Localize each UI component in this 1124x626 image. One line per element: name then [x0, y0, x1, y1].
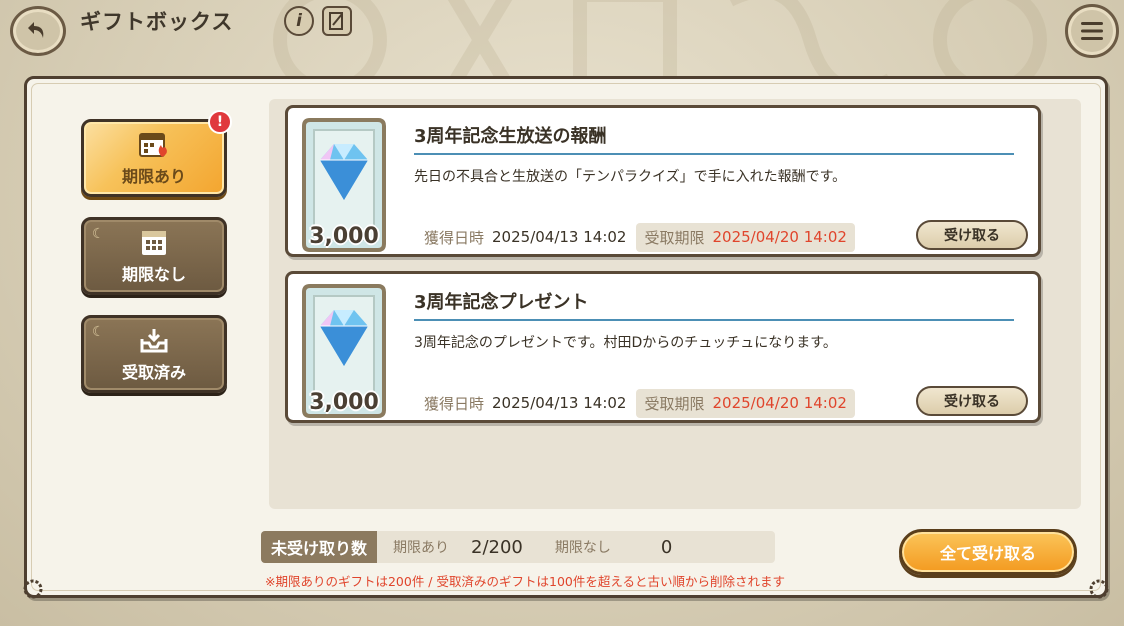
claim-button[interactable]: 受け取る — [916, 220, 1028, 250]
deadline-label: 受取期限 — [644, 228, 705, 247]
gift-meta: 獲得日時 2025/04/13 14:02 受取期限 2025/04/20 14… — [414, 388, 855, 418]
deadline-box: 受取期限 2025/04/20 14:02 — [636, 222, 855, 252]
gift-description: 3周年記念のプレゼントです。村田Dからのチュッチュになります。 — [414, 335, 837, 351]
gift-quantity: 3,000 — [309, 390, 379, 415]
gift-box-panel: 期限あり ! ☾ 期限なし ☾ 受取済み 3,000 3周年記念生放送の報酬 先… — [23, 76, 1109, 599]
limited-count-value: 2/200 — [471, 536, 523, 558]
tab-claimed[interactable]: ☾ 受取済み — [81, 315, 227, 393]
divider — [414, 319, 1014, 321]
gift-title: 3周年記念生放送の報酬 — [414, 126, 607, 147]
deadline-label: 受取期限 — [644, 394, 705, 413]
gear-ornament-icon — [1089, 579, 1109, 599]
deadline-value: 2025/04/20 14:02 — [712, 394, 847, 412]
tab-label: 期限あり — [121, 167, 186, 186]
unclaimed-count-bar: 未受け取り数 期限あり 2/200 期限なし 0 — [261, 531, 775, 563]
tab-label: 期限なし — [121, 265, 186, 284]
gift-list[interactable]: 3,000 3周年記念生放送の報酬 先日の不具合と生放送の「テンパラクイズ」で手… — [269, 99, 1081, 509]
info-icon[interactable]: i — [284, 6, 314, 36]
gift-item: 3,000 3周年記念プレゼント 3周年記念のプレゼントです。村田Dからのチュッ… — [285, 271, 1041, 423]
gift-item: 3,000 3周年記念生放送の報酬 先日の不具合と生放送の「テンパラクイズ」で手… — [285, 105, 1041, 257]
claim-all-button[interactable]: 全て受け取る — [899, 529, 1077, 575]
gift-description: 先日の不具合と生放送の「テンパラクイズ」で手に入れた報酬です。 — [414, 169, 847, 185]
acquired-value: 2025/04/13 14:02 — [492, 394, 627, 412]
gift-meta: 獲得日時 2025/04/13 14:02 受取期限 2025/04/20 14… — [414, 222, 855, 252]
back-arrow-icon — [28, 22, 44, 38]
moon-icon: ☾ — [92, 324, 105, 340]
gift-quantity: 3,000 — [309, 224, 379, 249]
notebook-icon[interactable] — [322, 6, 352, 36]
unlimited-count-value: 0 — [660, 536, 673, 558]
limited-count-label: 期限あり — [393, 540, 450, 556]
back-button[interactable] — [10, 6, 66, 56]
inbox-icon — [140, 329, 168, 353]
gift-title: 3周年記念プレゼント — [414, 292, 589, 313]
calendar-fire-icon — [139, 133, 167, 157]
page-title: ギフトボックス — [80, 10, 234, 34]
acquired-label: 獲得日時 — [424, 394, 485, 413]
hamburger-menu-icon — [1081, 22, 1103, 40]
deadline-value: 2025/04/20 14:02 — [712, 228, 847, 246]
divider — [414, 153, 1014, 155]
acquired-label: 獲得日時 — [424, 228, 485, 247]
calendar-icon — [142, 231, 166, 255]
tab-limited[interactable]: 期限あり ! — [81, 110, 232, 197]
deadline-box: 受取期限 2025/04/20 14:02 — [636, 388, 855, 418]
menu-button[interactable] — [1065, 4, 1119, 58]
tab-unlimited[interactable]: ☾ 期限なし — [81, 217, 227, 295]
tab-label: 受取済み — [121, 363, 186, 382]
claim-button[interactable]: 受け取る — [916, 386, 1028, 416]
unclaimed-title: 未受け取り数 — [261, 531, 378, 563]
moon-icon: ☾ — [92, 226, 105, 242]
acquired-value: 2025/04/13 14:02 — [492, 228, 627, 246]
deletion-note: ※期限ありのギフトは200件 / 受取済みのギフトは100件を超えると古い順から… — [265, 574, 785, 589]
unlimited-count-label: 期限なし — [554, 540, 611, 556]
notification-badge: ! — [208, 110, 232, 134]
gear-ornament-icon — [23, 579, 43, 599]
